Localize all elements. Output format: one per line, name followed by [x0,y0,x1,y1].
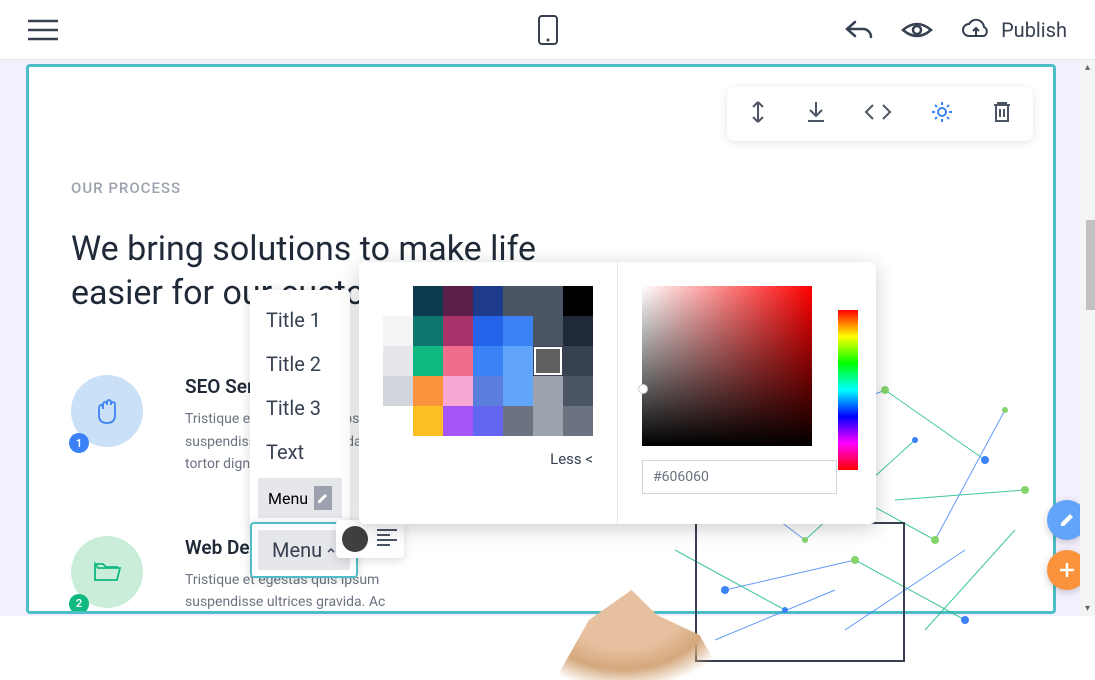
color-swatch[interactable] [383,316,413,346]
topbar: Publish [0,0,1095,60]
color-swatch[interactable] [503,316,533,346]
color-swatch[interactable] [383,346,413,376]
color-swatch[interactable] [383,286,413,316]
color-swatch[interactable] [383,406,413,436]
less-toggle-link[interactable]: Less < [550,450,593,468]
scroll-up-arrow-icon[interactable]: ▴ [1080,60,1095,75]
feature-number-1: 1 [69,433,89,453]
color-swatch[interactable] [503,346,533,376]
color-swatch[interactable] [503,286,533,316]
code-icon[interactable] [863,101,893,127]
settings-gear-icon[interactable] [929,99,955,129]
typography-dropdown: Title 1 Title 2 Title 3 Text Menu [250,290,350,530]
download-icon[interactable] [805,100,827,128]
pencil-icon [314,486,332,510]
dropdown-item-menu[interactable]: Menu [258,478,342,518]
image-placeholder-frame[interactable] [695,522,905,662]
color-swatch[interactable] [503,406,533,436]
color-swatch-button[interactable] [342,526,368,552]
mobile-preview-icon[interactable] [538,15,558,45]
dropdown-item-text[interactable]: Text [250,430,350,474]
publish-button[interactable]: Publish [961,18,1067,42]
dropdown-item-title2[interactable]: Title 2 [250,342,350,386]
color-swatch[interactable] [443,286,473,316]
color-swatch[interactable] [443,376,473,406]
dropdown-item-title3[interactable]: Title 3 [250,386,350,430]
color-swatch[interactable] [533,376,563,406]
section-toolbar [727,87,1033,141]
color-swatch[interactable] [563,376,593,406]
dropdown-item-title1[interactable]: Title 1 [250,298,350,342]
color-swatch[interactable] [533,316,563,346]
cloud-upload-icon [961,18,991,42]
color-swatch[interactable] [533,346,563,376]
delete-trash-icon[interactable] [991,100,1013,128]
hamburger-icon[interactable] [28,18,58,42]
scroll-down-arrow-icon[interactable]: ▾ [1080,601,1095,616]
align-left-icon[interactable] [376,528,398,550]
feature-badge-2: 2 [71,536,143,608]
section-eyebrow[interactable]: OUR PROCESS [71,179,1053,197]
color-picker-popover: Less < [359,262,876,524]
color-swatch[interactable] [473,316,503,346]
feature-badge-1: 1 [71,375,143,447]
color-swatch[interactable] [413,316,443,346]
vertical-scrollbar[interactable]: ▴ ▾ [1080,60,1095,616]
color-swatch[interactable] [413,406,443,436]
color-swatch[interactable] [473,346,503,376]
undo-icon[interactable] [845,18,873,42]
hex-input-field[interactable] [642,460,837,494]
text-editbar [336,520,404,558]
color-swatch[interactable] [413,376,443,406]
color-swatch[interactable] [413,286,443,316]
color-swatch[interactable] [473,406,503,436]
hue-slider[interactable] [838,310,858,470]
color-swatch[interactable] [563,406,593,436]
color-swatch[interactable] [563,316,593,346]
color-swatch[interactable] [443,316,473,346]
preview-eye-icon[interactable] [901,18,933,42]
saturation-lightness-picker[interactable] [642,286,812,446]
color-swatch[interactable] [503,376,533,406]
color-swatch[interactable] [563,286,593,316]
color-swatch[interactable] [473,376,503,406]
color-swatch[interactable] [533,406,563,436]
color-swatch[interactable] [443,346,473,376]
color-swatch[interactable] [533,286,563,316]
picker-handle[interactable] [638,384,648,394]
move-vertical-icon[interactable] [747,100,769,128]
color-swatch[interactable] [563,346,593,376]
color-swatch[interactable] [413,346,443,376]
publish-label: Publish [1001,18,1067,42]
color-swatch-grid [383,286,593,436]
feature-number-2: 2 [69,594,89,614]
scrollbar-thumb[interactable] [1086,220,1095,310]
color-swatch[interactable] [383,376,413,406]
color-swatch[interactable] [473,286,503,316]
color-swatch[interactable] [443,406,473,436]
chevron-up-icon [326,545,336,555]
